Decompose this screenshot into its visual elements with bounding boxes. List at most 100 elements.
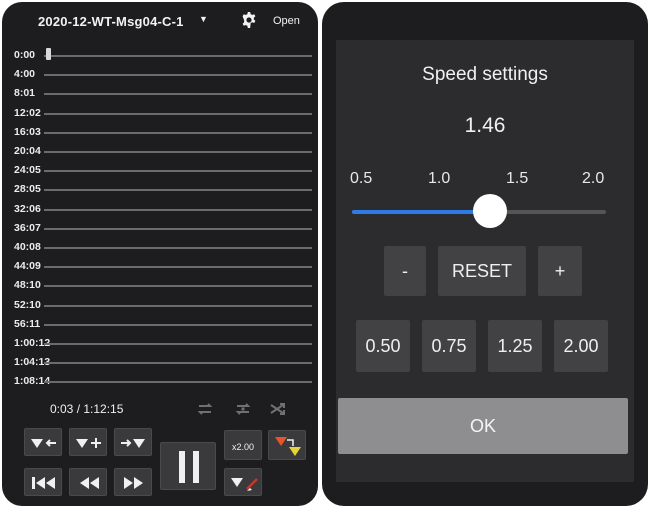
- rewind-button[interactable]: [69, 468, 107, 496]
- mark-add-icon: [76, 438, 101, 448]
- player-screen: 2020-12-WT-Msg04-C-1 ▼ Open 0:00 4:00 8:01…: [2, 2, 318, 506]
- track-bar[interactable]: [44, 381, 312, 384]
- track-row[interactable]: 12:02: [2, 104, 318, 122]
- track-bar[interactable]: [44, 189, 312, 192]
- player-header: 2020-12-WT-Msg04-C-1 ▼ Open: [2, 2, 318, 40]
- track-row[interactable]: 24:05: [2, 161, 318, 179]
- marker-remove-button[interactable]: [224, 468, 262, 496]
- track-time-label: 36:07: [14, 221, 41, 234]
- ok-button[interactable]: OK: [338, 398, 628, 454]
- track-bar[interactable]: [44, 74, 312, 77]
- repeat-one-icon[interactable]: [233, 401, 253, 417]
- track-bar[interactable]: [44, 93, 312, 96]
- pause-icon: [179, 451, 199, 483]
- tick-label: 1.0: [428, 170, 451, 187]
- mark-forward-icon: [121, 439, 145, 448]
- track-bar[interactable]: [44, 343, 312, 345]
- reset-button[interactable]: RESET: [438, 246, 526, 296]
- preset-075-button[interactable]: 0.75: [422, 320, 476, 372]
- track-row[interactable]: 1:08:14: [2, 372, 318, 390]
- track-time-label: 44:09: [14, 260, 41, 273]
- dialog-title: Speed settings: [422, 64, 548, 85]
- track-bar[interactable]: [44, 323, 312, 326]
- open-button[interactable]: Open: [273, 15, 300, 27]
- preset-125-button[interactable]: 1.25: [488, 320, 542, 372]
- gear-icon[interactable]: [241, 12, 257, 28]
- track-bar[interactable]: [44, 304, 312, 307]
- tick-label-min: 0.5: [350, 170, 373, 187]
- shuffle-icon[interactable]: [268, 401, 288, 417]
- speed-settings-dialog: Speed settings 1.46 0.5 1.0 1.5 2.0 - RE…: [336, 40, 634, 482]
- track-bar[interactable]: [44, 151, 312, 153]
- track-list: 0:00 4:00 8:01 12:02 16:03 20:04 24:05 28:05 32:…: [2, 46, 318, 391]
- track-bar[interactable]: [44, 208, 312, 211]
- track-time-label: 0:00: [14, 49, 36, 61]
- mark-back-icon: [31, 439, 56, 448]
- marker-swap-button[interactable]: [268, 430, 306, 460]
- marker-remove-icon: [231, 478, 258, 491]
- track-time-label: 16:03: [14, 125, 41, 138]
- track-bar[interactable]: [44, 55, 312, 57]
- track-time-label: 20:04: [14, 145, 41, 157]
- track-row[interactable]: 1:00:12: [2, 334, 318, 352]
- preset-200-button[interactable]: 2.00: [554, 320, 608, 372]
- rewind-icon: [80, 477, 99, 489]
- decrease-speed-button[interactable]: -: [384, 246, 426, 296]
- increase-speed-button[interactable]: +: [538, 246, 582, 296]
- skip-to-start-icon: [32, 477, 55, 489]
- track-row[interactable]: 36:07: [2, 219, 318, 237]
- track-row[interactable]: 8:01: [2, 84, 318, 102]
- file-name-title[interactable]: 2020-12-WT-Msg04-C-1: [38, 14, 184, 29]
- speed-settings-screen: Speed settings 1.46 0.5 1.0 1.5 2.0 - RE…: [322, 2, 648, 506]
- track-time-label: 32:06: [14, 202, 41, 215]
- track-time-label: 4:00: [14, 68, 36, 81]
- elapsed-time: 0:03 / 1:12:15: [50, 402, 124, 416]
- tick-label-max: 2.0: [582, 170, 605, 187]
- track-row[interactable]: 20:04: [2, 142, 318, 160]
- mark-back-button[interactable]: [24, 428, 62, 456]
- marker-swap-icon: [275, 437, 301, 456]
- track-bar[interactable]: [44, 112, 312, 115]
- track-bar[interactable]: [44, 247, 312, 249]
- track-row[interactable]: 16:03: [2, 123, 318, 141]
- track-row[interactable]: 4:00: [2, 65, 318, 83]
- track-bar[interactable]: [44, 170, 312, 173]
- speed-slider-fill: [352, 210, 491, 214]
- track-row[interactable]: 52:10: [2, 296, 318, 314]
- track-bar[interactable]: [44, 362, 312, 365]
- track-time-label: 8:01: [14, 87, 36, 100]
- track-time-label: 12:02: [14, 106, 41, 119]
- fast-forward-icon: [124, 477, 143, 489]
- speed-slider-thumb[interactable]: [473, 194, 508, 228]
- mark-forward-button[interactable]: [114, 428, 152, 456]
- track-time-label: 24:05: [14, 164, 41, 177]
- speed-value: 1.46: [464, 114, 506, 137]
- skip-to-start-button[interactable]: [24, 468, 62, 496]
- repeat-icon[interactable]: [195, 401, 215, 417]
- track-time-label: 56:11: [14, 317, 41, 330]
- track-row[interactable]: 28:05: [2, 180, 318, 198]
- track-bar[interactable]: [44, 131, 312, 134]
- track-time-label: 48:10: [14, 279, 41, 292]
- track-row[interactable]: 1:04:13: [2, 353, 318, 371]
- speed-button[interactable]: x2.00: [224, 430, 262, 460]
- track-row[interactable]: 40:08: [2, 238, 318, 256]
- track-row[interactable]: 44:09: [2, 257, 318, 275]
- track-row[interactable]: 48:10: [2, 276, 318, 294]
- mark-add-button[interactable]: [69, 428, 107, 456]
- track-bar[interactable]: [44, 266, 312, 269]
- track-time-label: 28:05: [14, 183, 41, 196]
- fast-forward-button[interactable]: [114, 468, 152, 496]
- tick-label: 1.5: [506, 170, 529, 187]
- chevron-down-icon[interactable]: ▼: [199, 14, 208, 24]
- track-bar[interactable]: [44, 227, 312, 230]
- track-row[interactable]: 56:11: [2, 315, 318, 333]
- track-time-label: 40:08: [14, 241, 41, 253]
- track-row[interactable]: 32:06: [2, 200, 318, 218]
- track-row[interactable]: 0:00: [2, 46, 318, 64]
- preset-050-button[interactable]: 0.50: [356, 320, 410, 372]
- playhead-marker[interactable]: [46, 48, 51, 60]
- speed-badge: x2.00: [231, 442, 255, 452]
- track-bar[interactable]: [44, 285, 312, 288]
- pause-button[interactable]: [160, 442, 216, 490]
